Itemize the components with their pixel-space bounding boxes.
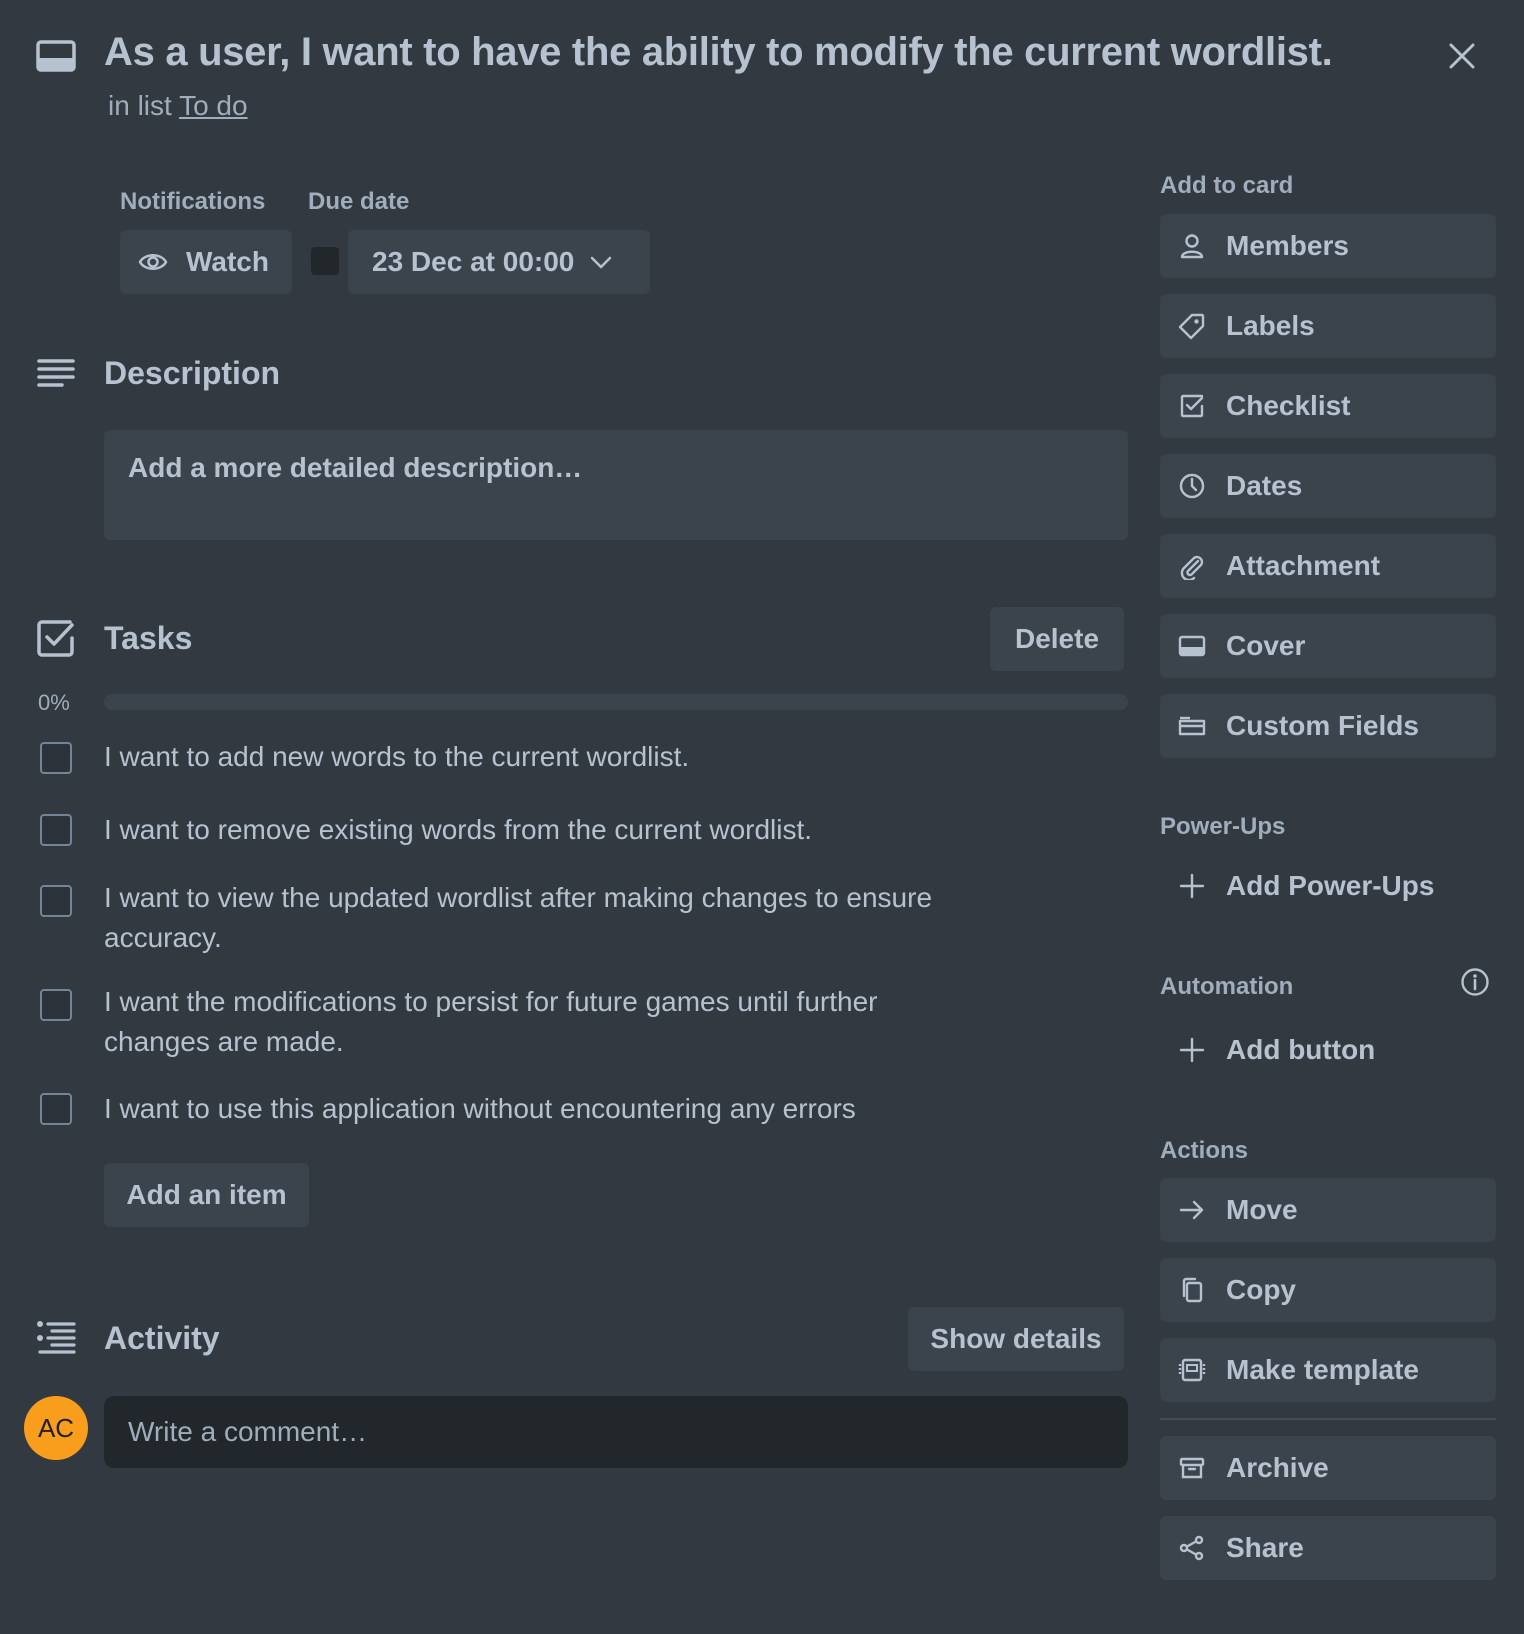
labels-button[interactable]: Labels: [1160, 294, 1496, 358]
make-template-label: Make template: [1226, 1354, 1419, 1385]
custom-fields-icon: [1178, 716, 1206, 736]
custom-fields-label: Custom Fields: [1226, 710, 1419, 741]
watch-label: Watch: [186, 246, 269, 277]
checklist-icon: [1180, 394, 1204, 418]
actions-label: Actions: [1160, 1137, 1249, 1164]
dates-label: Dates: [1226, 470, 1303, 501]
add-button-button[interactable]: Add button: [1160, 1018, 1496, 1082]
actions-divider: [1160, 1418, 1496, 1420]
attachment-label: Attachment: [1226, 550, 1381, 581]
watch-button[interactable]: Watch: [120, 230, 292, 294]
move-button[interactable]: Move: [1160, 1178, 1496, 1242]
card-icon: [36, 36, 76, 76]
archive-icon: [1179, 1457, 1205, 1479]
automation-label: Automation: [1160, 973, 1294, 1000]
task-checkbox-3[interactable]: [40, 885, 72, 917]
notifications-label: Notifications: [120, 188, 266, 215]
due-complete-checkbox[interactable]: [311, 247, 339, 275]
copy-icon: [1182, 1277, 1203, 1303]
add-to-card-label: Add to card: [1160, 172, 1294, 199]
task-item-4[interactable]: I want the modifications to persist for …: [104, 982, 944, 1062]
checklist-title[interactable]: Tasks: [104, 620, 192, 657]
close-icon: [1449, 43, 1475, 69]
description-icon: [36, 354, 76, 394]
activity-title: Activity: [104, 1320, 220, 1356]
cover-icon: [1178, 635, 1206, 657]
arrow-right-icon: [1179, 1200, 1204, 1220]
due-date-value: 23 Dec at 00:00: [372, 246, 575, 277]
checklist-label: Checklist: [1226, 390, 1351, 421]
copy-button[interactable]: Copy: [1160, 1258, 1496, 1322]
description-title: Description: [104, 355, 281, 391]
add-item-button[interactable]: Add an item: [104, 1163, 309, 1227]
card-list-info: in list To do: [108, 90, 248, 122]
copy-label: Copy: [1226, 1274, 1296, 1305]
archive-label: Archive: [1226, 1452, 1329, 1483]
cover-button[interactable]: Cover: [1160, 614, 1496, 678]
task-checkbox-2[interactable]: [40, 814, 72, 846]
share-label: Share: [1226, 1532, 1304, 1563]
add-power-ups-button[interactable]: Add Power-Ups: [1160, 854, 1496, 918]
paperclip-icon: [1180, 555, 1204, 580]
task-checkbox-1[interactable]: [40, 742, 72, 774]
checklist-progress-percent: 0%: [38, 690, 70, 715]
share-button[interactable]: Share: [1160, 1516, 1496, 1580]
members-label: Members: [1226, 230, 1349, 261]
due-date-button[interactable]: 23 Dec at 00:00: [348, 230, 650, 294]
labels-label: Labels: [1226, 310, 1315, 341]
make-template-button[interactable]: Make template: [1160, 1338, 1496, 1402]
template-icon: [1178, 1358, 1206, 1382]
due-date-label: Due date: [308, 188, 410, 215]
power-ups-label: Power-Ups: [1160, 813, 1286, 840]
list-link[interactable]: To do: [179, 90, 248, 121]
task-checkbox-4[interactable]: [40, 989, 72, 1021]
add-button-label: Add button: [1226, 1034, 1376, 1065]
task-item-2[interactable]: I want to remove existing words from the…: [104, 810, 944, 850]
comment-input[interactable]: Write a comment…: [104, 1396, 1128, 1468]
task-item-1[interactable]: I want to add new words to the current w…: [104, 737, 944, 777]
share-icon: [1179, 1535, 1204, 1561]
activity-icon: [36, 1318, 76, 1358]
card-title[interactable]: As a user, I want to have the ability to…: [104, 30, 1333, 75]
archive-button[interactable]: Archive: [1160, 1436, 1496, 1500]
info-icon[interactable]: [1460, 967, 1490, 997]
label-icon: [1178, 313, 1205, 340]
checklist-icon: [36, 618, 76, 658]
move-label: Move: [1226, 1194, 1298, 1225]
attachment-button[interactable]: Attachment: [1160, 534, 1496, 598]
clock-icon: [1179, 473, 1205, 499]
task-checkbox-5[interactable]: [40, 1093, 72, 1125]
avatar[interactable]: AC: [24, 1396, 88, 1460]
eye-icon: [138, 254, 168, 270]
dates-button[interactable]: Dates: [1160, 454, 1496, 518]
cover-label: Cover: [1226, 630, 1306, 661]
member-icon: [1180, 234, 1204, 259]
description-editor[interactable]: Add a more detailed description…: [104, 430, 1128, 540]
plus-icon: [1179, 873, 1205, 899]
checklist-button[interactable]: Checklist: [1160, 374, 1496, 438]
checklist-progress-bar: [104, 694, 1128, 710]
chevron-down-icon: [591, 256, 612, 269]
delete-checklist-button[interactable]: Delete: [990, 607, 1124, 671]
show-details-button[interactable]: Show details: [908, 1307, 1124, 1371]
close-button[interactable]: [1440, 34, 1484, 78]
custom-fields-button[interactable]: Custom Fields: [1160, 694, 1496, 758]
add-power-ups-label: Add Power-Ups: [1226, 870, 1435, 901]
plus-icon: [1179, 1037, 1205, 1063]
in-list-prefix: in list: [108, 90, 172, 121]
members-button[interactable]: Members: [1160, 214, 1496, 278]
task-item-3[interactable]: I want to view the updated wordlist afte…: [104, 878, 944, 958]
task-item-5[interactable]: I want to use this application without e…: [104, 1089, 944, 1129]
